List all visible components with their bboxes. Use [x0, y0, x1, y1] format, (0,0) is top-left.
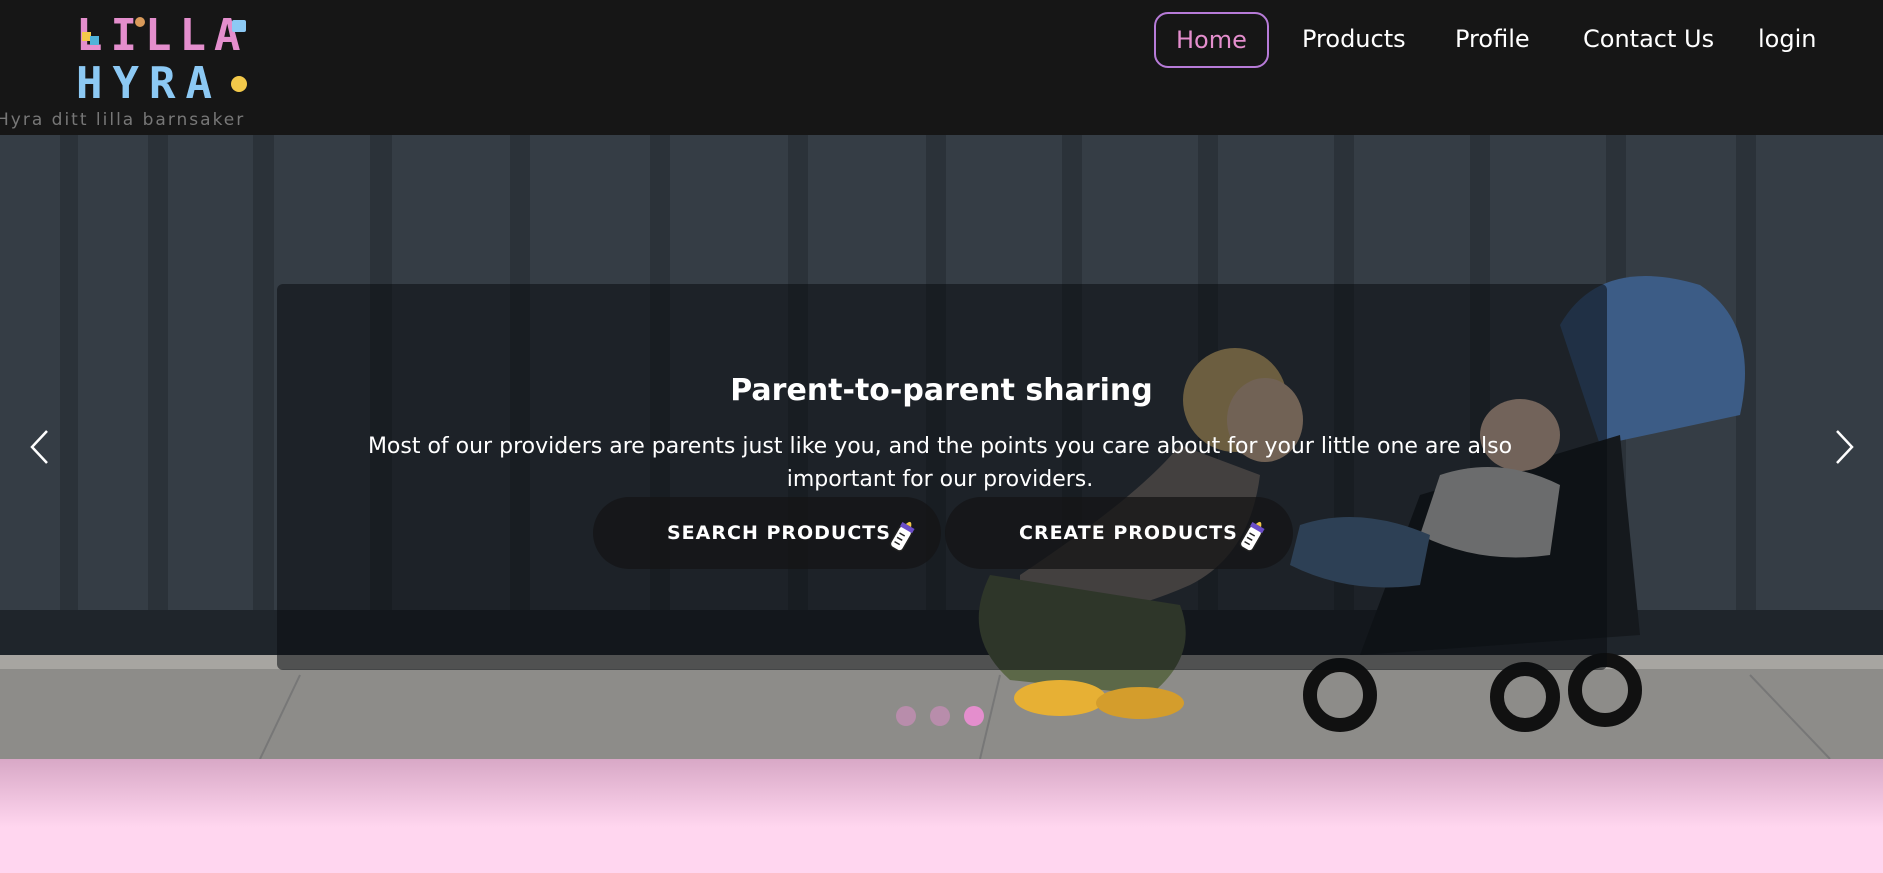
create-products-button[interactable]: CREATE PRODUCTS [945, 497, 1293, 569]
search-products-button[interactable]: SEARCH PRODUCTS [593, 497, 941, 569]
carousel-next-button[interactable] [1824, 425, 1864, 469]
create-products-label: CREATE PRODUCTS [1019, 522, 1238, 544]
carousel-prev-button[interactable] [20, 425, 60, 469]
nav-products[interactable]: Products [1302, 12, 1406, 66]
nav-profile[interactable]: Profile [1455, 12, 1530, 66]
search-products-label: SEARCH PRODUCTS [667, 522, 891, 544]
navbar: LILLA HYRA Hyra ditt lilla barnsaker Hom… [0, 0, 1883, 135]
hero-carousel: Parent-to-parent sharing Most of our pro… [0, 135, 1883, 759]
carousel-indicator-2[interactable] [930, 706, 950, 726]
logo-line2: HYRA [76, 58, 222, 104]
baby-bottle-icon [1239, 521, 1265, 552]
carousel-indicator-3[interactable] [964, 706, 984, 726]
slide-description: Most of our providers are parents just l… [367, 434, 1513, 492]
nav-login[interactable]: login [1758, 12, 1816, 66]
nav-home[interactable]: Home [1154, 12, 1269, 68]
carousel-indicator-1[interactable] [896, 706, 916, 726]
chevron-right-icon [1836, 430, 1854, 464]
chevron-left-icon [30, 430, 48, 464]
page-section-background [0, 759, 1883, 873]
slide-title: Parent-to-parent sharing [730, 373, 1153, 408]
logo-line1: LILLA [76, 16, 248, 61]
nav-contact-us[interactable]: Contact Us [1583, 12, 1714, 66]
baby-bottle-icon [889, 521, 915, 552]
tagline: Hyra ditt lilla barnsaker [0, 110, 246, 130]
lilla-hyra-logo: LILLA HYRA [76, 16, 248, 104]
